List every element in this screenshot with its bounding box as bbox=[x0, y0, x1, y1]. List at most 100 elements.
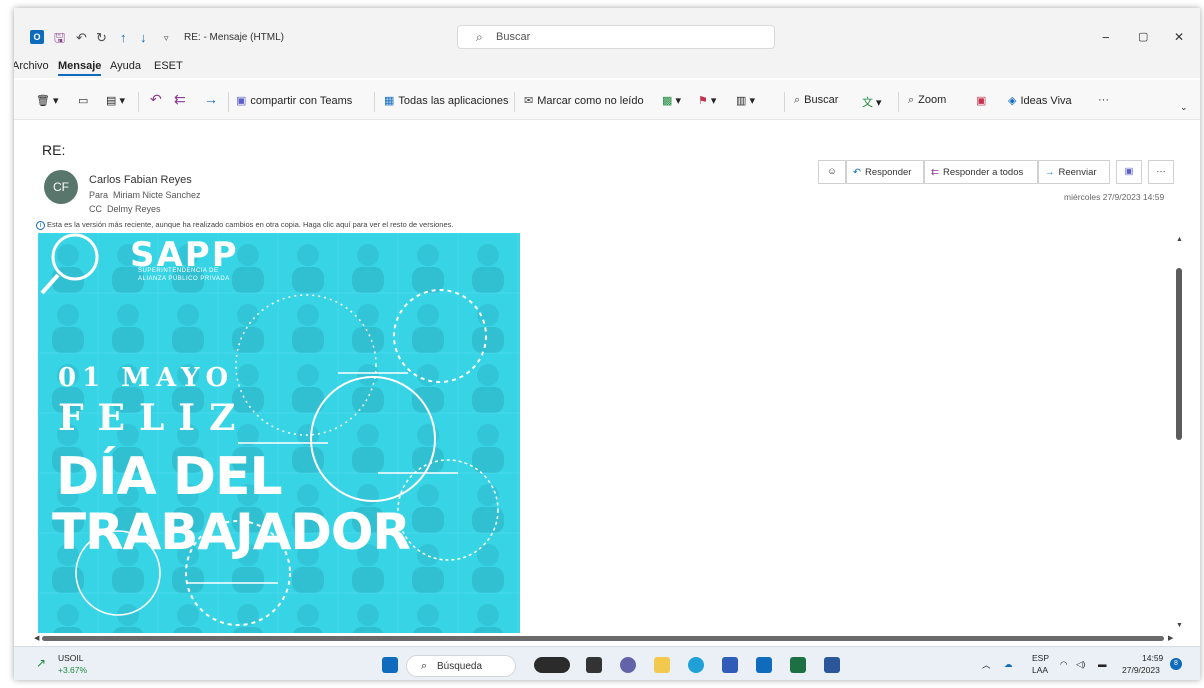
taskbar-date[interactable]: 27/9/2023 bbox=[1122, 665, 1160, 675]
search-icon: ⌕ bbox=[421, 660, 428, 672]
to-label: Para bbox=[89, 190, 109, 200]
volume-icon[interactable]: ◁) bbox=[1076, 659, 1085, 670]
apps-icon: ▦ bbox=[384, 95, 395, 107]
version-info-bar[interactable]: i Esta es la versión más reciente, aunque… bbox=[36, 220, 453, 230]
tray-chevron-icon[interactable]: ︿ bbox=[982, 659, 991, 671]
window-title: RE: - Mensaje (HTML) bbox=[184, 32, 285, 43]
vertical-scrollbar[interactable] bbox=[1176, 268, 1182, 440]
reply-label: Responder bbox=[864, 167, 912, 178]
word-icon[interactable] bbox=[824, 657, 840, 673]
delete-icon[interactable]: 🗑 ▾ bbox=[36, 94, 59, 107]
archive-icon[interactable]: ▭ bbox=[78, 94, 88, 107]
taskbar-search-placeholder: Búsqueda bbox=[437, 661, 483, 672]
banner-feliz: FELIZ bbox=[58, 397, 250, 439]
reply-icon[interactable]: ↶ bbox=[150, 91, 162, 108]
zoom-icon: ⌕ bbox=[908, 94, 915, 106]
store-icon[interactable] bbox=[722, 657, 738, 673]
to-recipient[interactable]: Miriam Nicte Sanchez bbox=[113, 190, 201, 200]
save-icon[interactable]: 🖫 bbox=[54, 30, 65, 46]
info-icon: i bbox=[36, 221, 45, 230]
teams-share-button[interactable]: ▣ bbox=[1116, 160, 1142, 184]
outlook-logo-icon: O bbox=[30, 30, 44, 44]
forward-button[interactable]: → Reenviar bbox=[1038, 160, 1110, 184]
sender-name[interactable]: Carlos Fabian Reyes bbox=[89, 174, 192, 186]
email-banner-image: SAPP SUPERINTENDENCIA DE ALIANZA PÚBLICO … bbox=[38, 233, 520, 633]
restore-button[interactable]: ▢ bbox=[1138, 30, 1148, 43]
banner-dia-del: DÍA DEL bbox=[56, 447, 283, 507]
message-more-button[interactable]: ··· bbox=[1148, 160, 1174, 184]
menu-mensaje[interactable]: Mensaje bbox=[58, 60, 102, 76]
minimize-button[interactable]: − bbox=[1102, 30, 1110, 45]
viva-insights-button[interactable]: ◈ Ideas Viva bbox=[1008, 94, 1072, 107]
scroll-right-arrow-icon[interactable]: ▶ bbox=[1168, 634, 1173, 642]
move-icon[interactable]: ▤ ▾ bbox=[106, 94, 125, 107]
stock-chart-icon: ↗ bbox=[36, 656, 47, 670]
version-info-text: Esta es la versión más reciente, aunque … bbox=[47, 220, 454, 229]
language-layout[interactable]: LAA bbox=[1032, 665, 1048, 675]
teams-chat-icon[interactable] bbox=[620, 657, 636, 673]
categorize-icon[interactable]: ▩ ▾ bbox=[662, 94, 681, 107]
undo-icon[interactable]: ↶ bbox=[76, 30, 87, 46]
redo-icon[interactable]: ↻ bbox=[96, 30, 107, 46]
close-button[interactable]: ✕ bbox=[1174, 30, 1184, 44]
mark-unread-button[interactable]: ✉ Marcar como no leído bbox=[524, 94, 644, 107]
rules-icon[interactable]: ▥ ▾ bbox=[736, 94, 755, 107]
file-explorer-icon[interactable] bbox=[654, 657, 670, 673]
calendar-icon[interactable]: ▣ bbox=[976, 94, 986, 107]
reply-all-icon[interactable]: ⇇ bbox=[174, 91, 186, 108]
taskbar-time[interactable]: 14:59 bbox=[1142, 653, 1163, 663]
share-teams-button[interactable]: ▣ compartir con Teams bbox=[236, 94, 352, 107]
forward-icon: → bbox=[1045, 167, 1055, 178]
scroll-up-arrow-icon[interactable]: ▲ bbox=[1176, 236, 1183, 243]
menu-ayuda[interactable]: Ayuda bbox=[110, 60, 141, 72]
reply-all-icon: ⇇ bbox=[931, 167, 939, 178]
outlook-taskbar-icon[interactable] bbox=[756, 657, 772, 673]
zoom-label: Zoom bbox=[918, 94, 947, 106]
sapp-app-icon[interactable] bbox=[534, 657, 570, 673]
cc-recipient[interactable]: Delmy Reyes bbox=[107, 204, 161, 214]
scroll-left-arrow-icon[interactable]: ◀ bbox=[34, 634, 39, 642]
task-view-icon[interactable] bbox=[586, 657, 602, 673]
customize-toolbar-icon[interactable]: ▿ bbox=[164, 30, 169, 46]
language-code[interactable]: ESP bbox=[1032, 653, 1049, 663]
avatar[interactable]: CF bbox=[44, 170, 78, 204]
onedrive-icon[interactable]: ☁ bbox=[1004, 659, 1013, 670]
taskbar-search-input[interactable]: ⌕ Búsqueda bbox=[406, 655, 516, 677]
excel-icon[interactable] bbox=[790, 657, 806, 673]
scroll-down-arrow-icon[interactable]: ▼ bbox=[1176, 622, 1183, 629]
emoji-react-button[interactable]: ☺ bbox=[818, 160, 846, 184]
banner-trabajador: TRABAJADOR bbox=[52, 503, 411, 561]
ribbon-toolbar: 🗑 ▾ ▭ ▤ ▾ ↶ ⇇ → ▣ compartir con Teams ▦ To… bbox=[14, 80, 1200, 120]
notification-badge[interactable]: 8 bbox=[1170, 658, 1182, 670]
smiley-icon: ☺ bbox=[827, 166, 837, 177]
search-input[interactable]: ⌕ Buscar bbox=[457, 25, 775, 49]
next-item-icon[interactable]: ↓ bbox=[140, 30, 147, 46]
stock-change: +3.67% bbox=[58, 665, 88, 675]
cc-label: CC bbox=[89, 204, 102, 214]
menu-archivo[interactable]: Archivo bbox=[14, 60, 49, 72]
stock-name[interactable]: USOIL bbox=[58, 653, 84, 663]
cc-line: CC Delmy Reyes bbox=[89, 204, 161, 214]
logo-subtitle-line-1: SUPERINTENDENCIA DE bbox=[138, 268, 219, 274]
flag-icon[interactable]: ⚑ ▾ bbox=[698, 94, 716, 107]
wifi-icon[interactable]: ◠ bbox=[1060, 659, 1067, 670]
translate-icon[interactable]: 文 ▾ bbox=[862, 94, 882, 110]
forward-icon[interactable]: → bbox=[204, 91, 218, 107]
previous-item-icon[interactable]: ↑ bbox=[120, 30, 127, 46]
reply-all-button[interactable]: ⇇ Responder a todos bbox=[924, 160, 1038, 184]
forward-label: Reenviar bbox=[1058, 167, 1097, 178]
reply-button[interactable]: ↶ Responder bbox=[846, 160, 924, 184]
battery-icon[interactable]: ▬ bbox=[1098, 659, 1107, 669]
horizontal-scrollbar[interactable] bbox=[42, 636, 1164, 641]
to-line: Para Miriam Nicte Sanchez bbox=[89, 190, 201, 200]
zoom-button[interactable]: ⌕ Zoom bbox=[908, 94, 946, 107]
edge-browser-icon[interactable] bbox=[688, 657, 704, 673]
sapp-logo-subtitle: SUPERINTENDENCIA DE ALIANZA PÚBLICO PRIVA… bbox=[138, 267, 230, 283]
reply-all-label: Responder a todos bbox=[942, 167, 1024, 178]
ribbon-search-button[interactable]: ⌕ Buscar bbox=[794, 94, 838, 107]
ribbon-expand-icon[interactable]: ⌄ bbox=[1180, 102, 1188, 113]
start-windows-icon[interactable] bbox=[382, 657, 398, 673]
ribbon-more-button[interactable]: ··· bbox=[1098, 94, 1109, 106]
all-apps-button[interactable]: ▦ Todas las aplicaciones bbox=[384, 94, 508, 107]
menu-eset[interactable]: ESET bbox=[154, 60, 183, 72]
